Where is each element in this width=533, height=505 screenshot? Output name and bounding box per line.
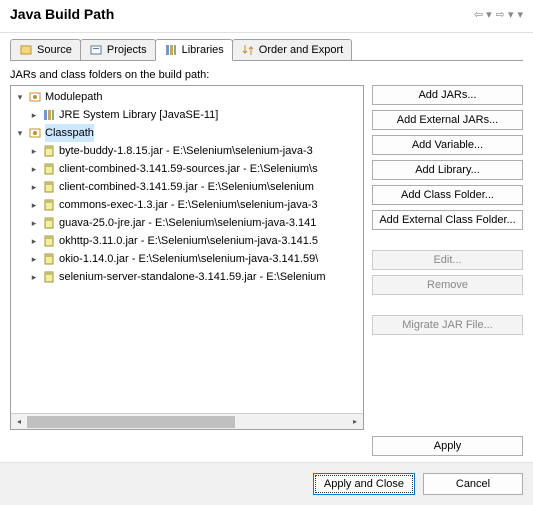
- tab-libraries[interactable]: Libraries: [155, 39, 233, 61]
- migrate-jar-button: Migrate JAR File...: [372, 315, 523, 335]
- add-external-class-folder-button[interactable]: Add External Class Folder...: [372, 210, 523, 230]
- tab-order[interactable]: Order and Export: [232, 39, 352, 60]
- horizontal-scrollbar[interactable]: ◂ ▸: [11, 413, 363, 429]
- node-label: Classpath: [45, 124, 94, 142]
- node-label: JRE System Library [JavaSE-11]: [59, 106, 218, 124]
- expand-icon[interactable]: ▾: [13, 88, 27, 106]
- node-label: selenium-server-standalone-3.141.59.jar …: [59, 268, 326, 286]
- libraries-icon: [164, 43, 178, 57]
- node-label: client-combined-3.141.59.jar - E:\Seleni…: [59, 178, 314, 196]
- page-title: Java Build Path: [10, 6, 474, 22]
- tree-node-jar[interactable]: ▸ okio-1.14.0.jar - E:\Selenium\selenium-…: [13, 250, 361, 268]
- tree-node-jar[interactable]: ▸ commons-exec-1.3.jar - E:\Selenium\sele…: [13, 196, 361, 214]
- jar-icon: [41, 215, 57, 231]
- tree-node-jar[interactable]: ▸ client-combined-3.141.59.jar - E:\Selen…: [13, 178, 361, 196]
- node-label: commons-exec-1.3.jar - E:\Selenium\selen…: [59, 196, 318, 214]
- apply-button[interactable]: Apply: [372, 436, 523, 456]
- add-library-button[interactable]: Add Library...: [372, 160, 523, 180]
- tab-source[interactable]: Source: [10, 39, 81, 60]
- expand-icon[interactable]: ▸: [27, 106, 41, 124]
- expand-icon[interactable]: ▸: [27, 214, 41, 232]
- expand-icon[interactable]: ▸: [27, 142, 41, 160]
- tree-node-jre[interactable]: ▸ JRE System Library [JavaSE-11]: [13, 106, 361, 124]
- scroll-thumb[interactable]: [27, 416, 235, 428]
- source-icon: [19, 43, 33, 57]
- classpath-tree[interactable]: ▾ Modulepath ▸ JRE System Library [JavaS…: [11, 86, 363, 413]
- node-label: Modulepath: [45, 88, 103, 106]
- add-jars-button[interactable]: Add JARs...: [372, 85, 523, 105]
- tree-node-jar[interactable]: ▸ guava-25.0-jre.jar - E:\Selenium\seleni…: [13, 214, 361, 232]
- module-icon: [27, 89, 43, 105]
- button-column: Add JARs... Add External JARs... Add Var…: [372, 85, 523, 430]
- add-external-jars-button[interactable]: Add External JARs...: [372, 110, 523, 130]
- expand-icon[interactable]: ▸: [27, 268, 41, 286]
- node-label: guava-25.0-jre.jar - E:\Selenium\seleniu…: [59, 214, 316, 232]
- node-label: okhttp-3.11.0.jar - E:\Selenium\selenium…: [59, 232, 318, 250]
- tabs: Source Projects Libraries Order and Expo…: [10, 39, 523, 61]
- tab-label: Projects: [107, 44, 147, 56]
- nav-history: ⇦ ▾ ⇨ ▾ ▾: [474, 8, 523, 21]
- tree-node-jar[interactable]: ▸ byte-buddy-1.8.15.jar - E:\Selenium\sel…: [13, 142, 361, 160]
- jar-icon: [41, 143, 57, 159]
- scroll-right-icon[interactable]: ▸: [347, 414, 363, 430]
- add-class-folder-button[interactable]: Add Class Folder...: [372, 185, 523, 205]
- subtitle: JARs and class folders on the build path…: [10, 69, 523, 81]
- tab-projects[interactable]: Projects: [80, 39, 156, 60]
- node-label: okio-1.14.0.jar - E:\Selenium\selenium-j…: [59, 250, 318, 268]
- tab-label: Source: [37, 44, 72, 56]
- forward-icon[interactable]: ⇨ ▾: [496, 8, 514, 21]
- dialog-footer: Apply and Close Cancel: [0, 462, 533, 505]
- order-icon: [241, 43, 255, 57]
- tree-node-modulepath[interactable]: ▾ Modulepath: [13, 88, 361, 106]
- cancel-button[interactable]: Cancel: [423, 473, 523, 495]
- add-variable-button[interactable]: Add Variable...: [372, 135, 523, 155]
- expand-icon[interactable]: ▸: [27, 232, 41, 250]
- jar-icon: [41, 233, 57, 249]
- apply-and-close-button[interactable]: Apply and Close: [313, 473, 415, 495]
- edit-button: Edit...: [372, 250, 523, 270]
- jar-icon: [41, 179, 57, 195]
- expand-icon[interactable]: ▾: [13, 124, 27, 142]
- projects-icon: [89, 43, 103, 57]
- expand-icon[interactable]: ▸: [27, 178, 41, 196]
- tab-label: Libraries: [182, 44, 224, 56]
- menu-icon[interactable]: ▾: [517, 8, 523, 21]
- scroll-left-icon[interactable]: ◂: [11, 414, 27, 430]
- node-label: client-combined-3.141.59-sources.jar - E…: [59, 160, 318, 178]
- classpath-icon: [27, 125, 43, 141]
- node-label: byte-buddy-1.8.15.jar - E:\Selenium\sele…: [59, 142, 313, 160]
- jar-icon: [41, 161, 57, 177]
- remove-button: Remove: [372, 275, 523, 295]
- tab-label: Order and Export: [259, 44, 343, 56]
- back-icon[interactable]: ⇦ ▾: [474, 8, 492, 21]
- expand-icon[interactable]: ▸: [27, 250, 41, 268]
- tree-node-jar[interactable]: ▸ okhttp-3.11.0.jar - E:\Selenium\seleniu…: [13, 232, 361, 250]
- library-icon: [41, 107, 57, 123]
- jar-icon: [41, 269, 57, 285]
- jar-icon: [41, 251, 57, 267]
- scroll-track[interactable]: [27, 416, 347, 428]
- expand-icon[interactable]: ▸: [27, 160, 41, 178]
- tree-node-jar[interactable]: ▸ client-combined-3.141.59-sources.jar - …: [13, 160, 361, 178]
- jar-icon: [41, 197, 57, 213]
- expand-icon[interactable]: ▸: [27, 196, 41, 214]
- tree-node-jar[interactable]: ▸ selenium-server-standalone-3.141.59.jar…: [13, 268, 361, 286]
- tree-node-classpath[interactable]: ▾ Classpath: [13, 124, 361, 142]
